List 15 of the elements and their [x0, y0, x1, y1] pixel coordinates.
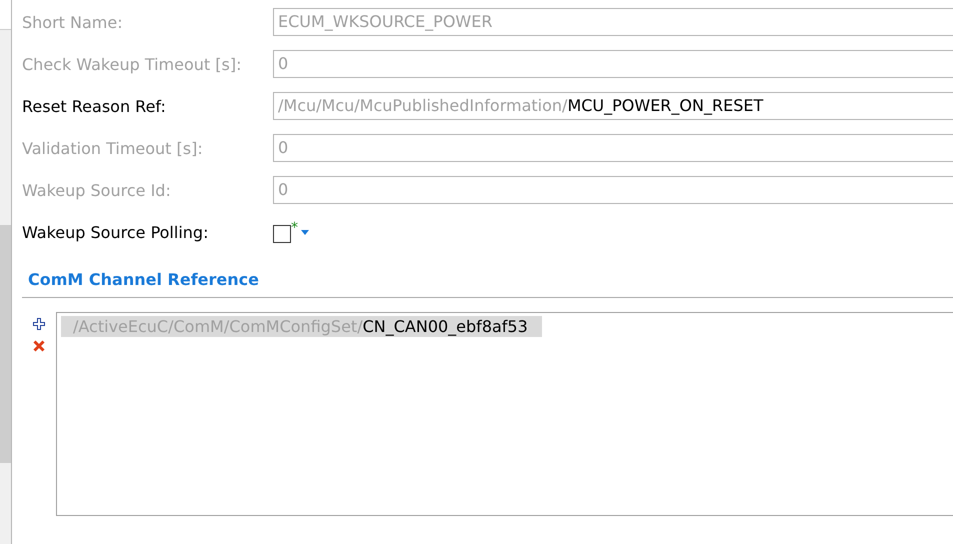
field-label: Validation Timeout [s]: [22, 138, 204, 158]
remove-icon[interactable] [33, 340, 45, 352]
modified-marker: * [291, 222, 298, 234]
caret-icon[interactable] [301, 230, 309, 235]
field-label: Reset Reason Ref: [22, 96, 167, 116]
section-title: ComM Channel Reference [28, 270, 260, 289]
field-label: Short Name: [22, 12, 124, 32]
field-label: Check Wakeup Timeout [s]: [22, 54, 242, 74]
scrollbar-thumb[interactable] [0, 225, 11, 463]
field-label: Wakeup Source Id: [22, 180, 172, 200]
add-icon[interactable] [33, 318, 45, 330]
list-item[interactable]: /ActiveEcuC/ComM/ComMConfigSet/CN_CAN00_ebf8af53 [61, 316, 542, 337]
reference-field[interactable]: /Mcu/Mcu/McuPublishedInformation/MCU_POWER_ON_RESET [273, 92, 953, 120]
checkbox[interactable] [273, 225, 291, 243]
field-label: Wakeup Source Polling: [22, 222, 210, 242]
